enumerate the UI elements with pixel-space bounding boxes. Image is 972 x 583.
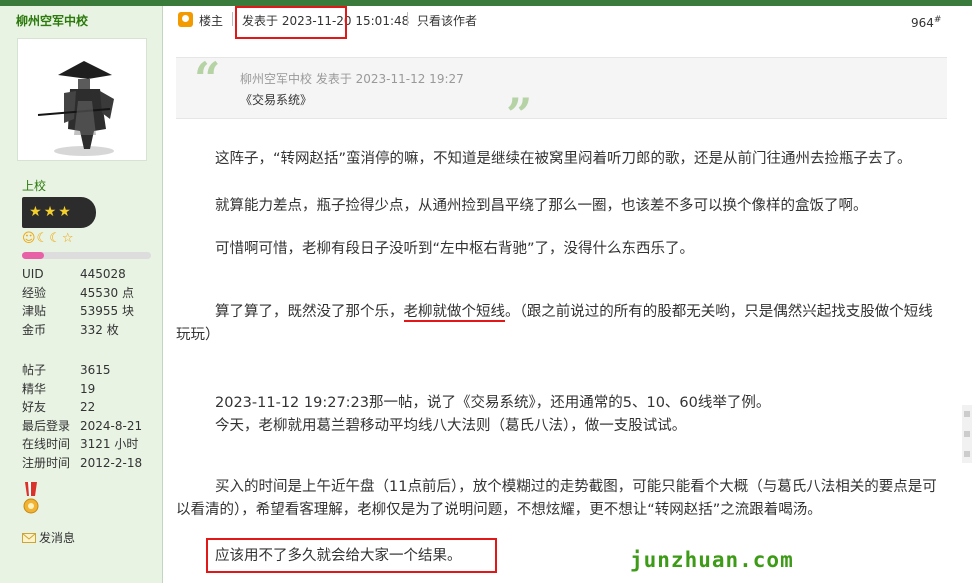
paragraph: 就算能力差点，瓶子捡得少点，从通州捡到昌平绕了那么一圈，也该差不多可以换个像样的… [215,198,868,214]
stats-group-1: UID 445028 经验 45530 点 津贴 53955 块 金币 332 枚 [22,265,134,339]
username-link[interactable]: 柳州空军中校 [16,12,88,29]
user-sidebar: 柳州空军中校 上校 ★★★ ☺☾☾☆ UID 445028 经验 45530 点 津… [0,6,163,583]
send-message-link[interactable]: 发消息 [22,529,75,546]
stats-group-2: 帖子 3615 精华 19 好友 22 最后登录 2024-8-21 在线时间 3121 … [22,361,142,472]
level-icons: ☺☾☾☆ [22,231,75,246]
avatar[interactable] [17,38,147,161]
rank-stars-icon: ★★★ [29,204,73,220]
paragraph: 这阵子，“转网赵括”蛮消停的嘛，不知道是继续在被窝里闷着听刀郎的歌，还是从前门往… [215,151,912,167]
paragraph: 算了算了，既然没了那个乐，老柳就做个短线。（跟之前说过的所有的股都无关哟，只是偶… [176,304,933,343]
user-rank: 上校 [22,179,47,193]
timestamp-highlight-box [235,6,347,39]
stat-row: 好友 22 [22,400,96,414]
stat-row: UID 445028 [22,267,126,281]
only-author-link[interactable]: 只看该作者 [417,12,477,29]
right-edge-scroll[interactable] [962,405,972,463]
post-area: 楼主 发表于 2023-11-20 15:01:48 只看该作者 964# “ … [170,6,972,583]
quote-text: 《交易系统》 [240,93,313,107]
author-icon [178,12,193,27]
open-quote-icon: “ [194,52,221,106]
stat-row: 最后登录 2024-8-21 [22,418,143,433]
author-role: 楼主 [199,14,224,28]
level-progress-bar [22,252,151,259]
medal-icon[interactable] [23,482,39,518]
paragraph: 今天，老柳就用葛兰碧移动平均线八大法则（葛氏八法），做一支股试试。 [215,418,687,434]
paragraph: 2023-11-12 19:27:23那一帖，说了《交易系统》，还用通常的5、1… [215,395,771,411]
divider [407,12,408,26]
underlined-phrase: 老柳就做个短线 [403,304,505,322]
floor-number[interactable]: 964# [911,15,941,30]
paragraph: 买入的时间是上午近午盘（11点前后），放个模糊过的走势截图，可能只能看个大概（与… [176,479,937,518]
watermark: junzhuan.com [630,548,794,572]
conclusion-highlight-box [206,538,497,573]
close-quote-icon: ” [506,88,533,142]
stat-row: 在线时间 3121 小时 [22,437,139,451]
avatar-image [37,61,114,156]
stat-row: 注册时间 2012-2-18 [22,455,143,470]
quote-meta: 柳州空军中校 发表于 2023-11-12 19:27 [240,72,464,86]
stat-row: 金币 332 枚 [22,322,119,337]
level-progress-fill [22,252,44,259]
stat-row: 精华 19 [22,381,96,396]
quote-block: “ 柳州空军中校 发表于 2023-11-12 19:27 《交易系统》 ” [176,52,947,138]
envelope-icon [22,532,36,543]
stat-row: 经验 45530 点 [22,285,134,300]
rank-badge: ★★★ [22,197,96,228]
divider [232,12,233,26]
stat-row: 津贴 53955 块 [22,304,134,318]
send-message-label: 发消息 [39,531,76,545]
paragraph: 可惜啊可惜，老柳有段日子没听到“左中枢右背驰”了，没得什么东西乐了。 [215,241,695,257]
stat-row: 帖子 3615 [22,363,111,377]
